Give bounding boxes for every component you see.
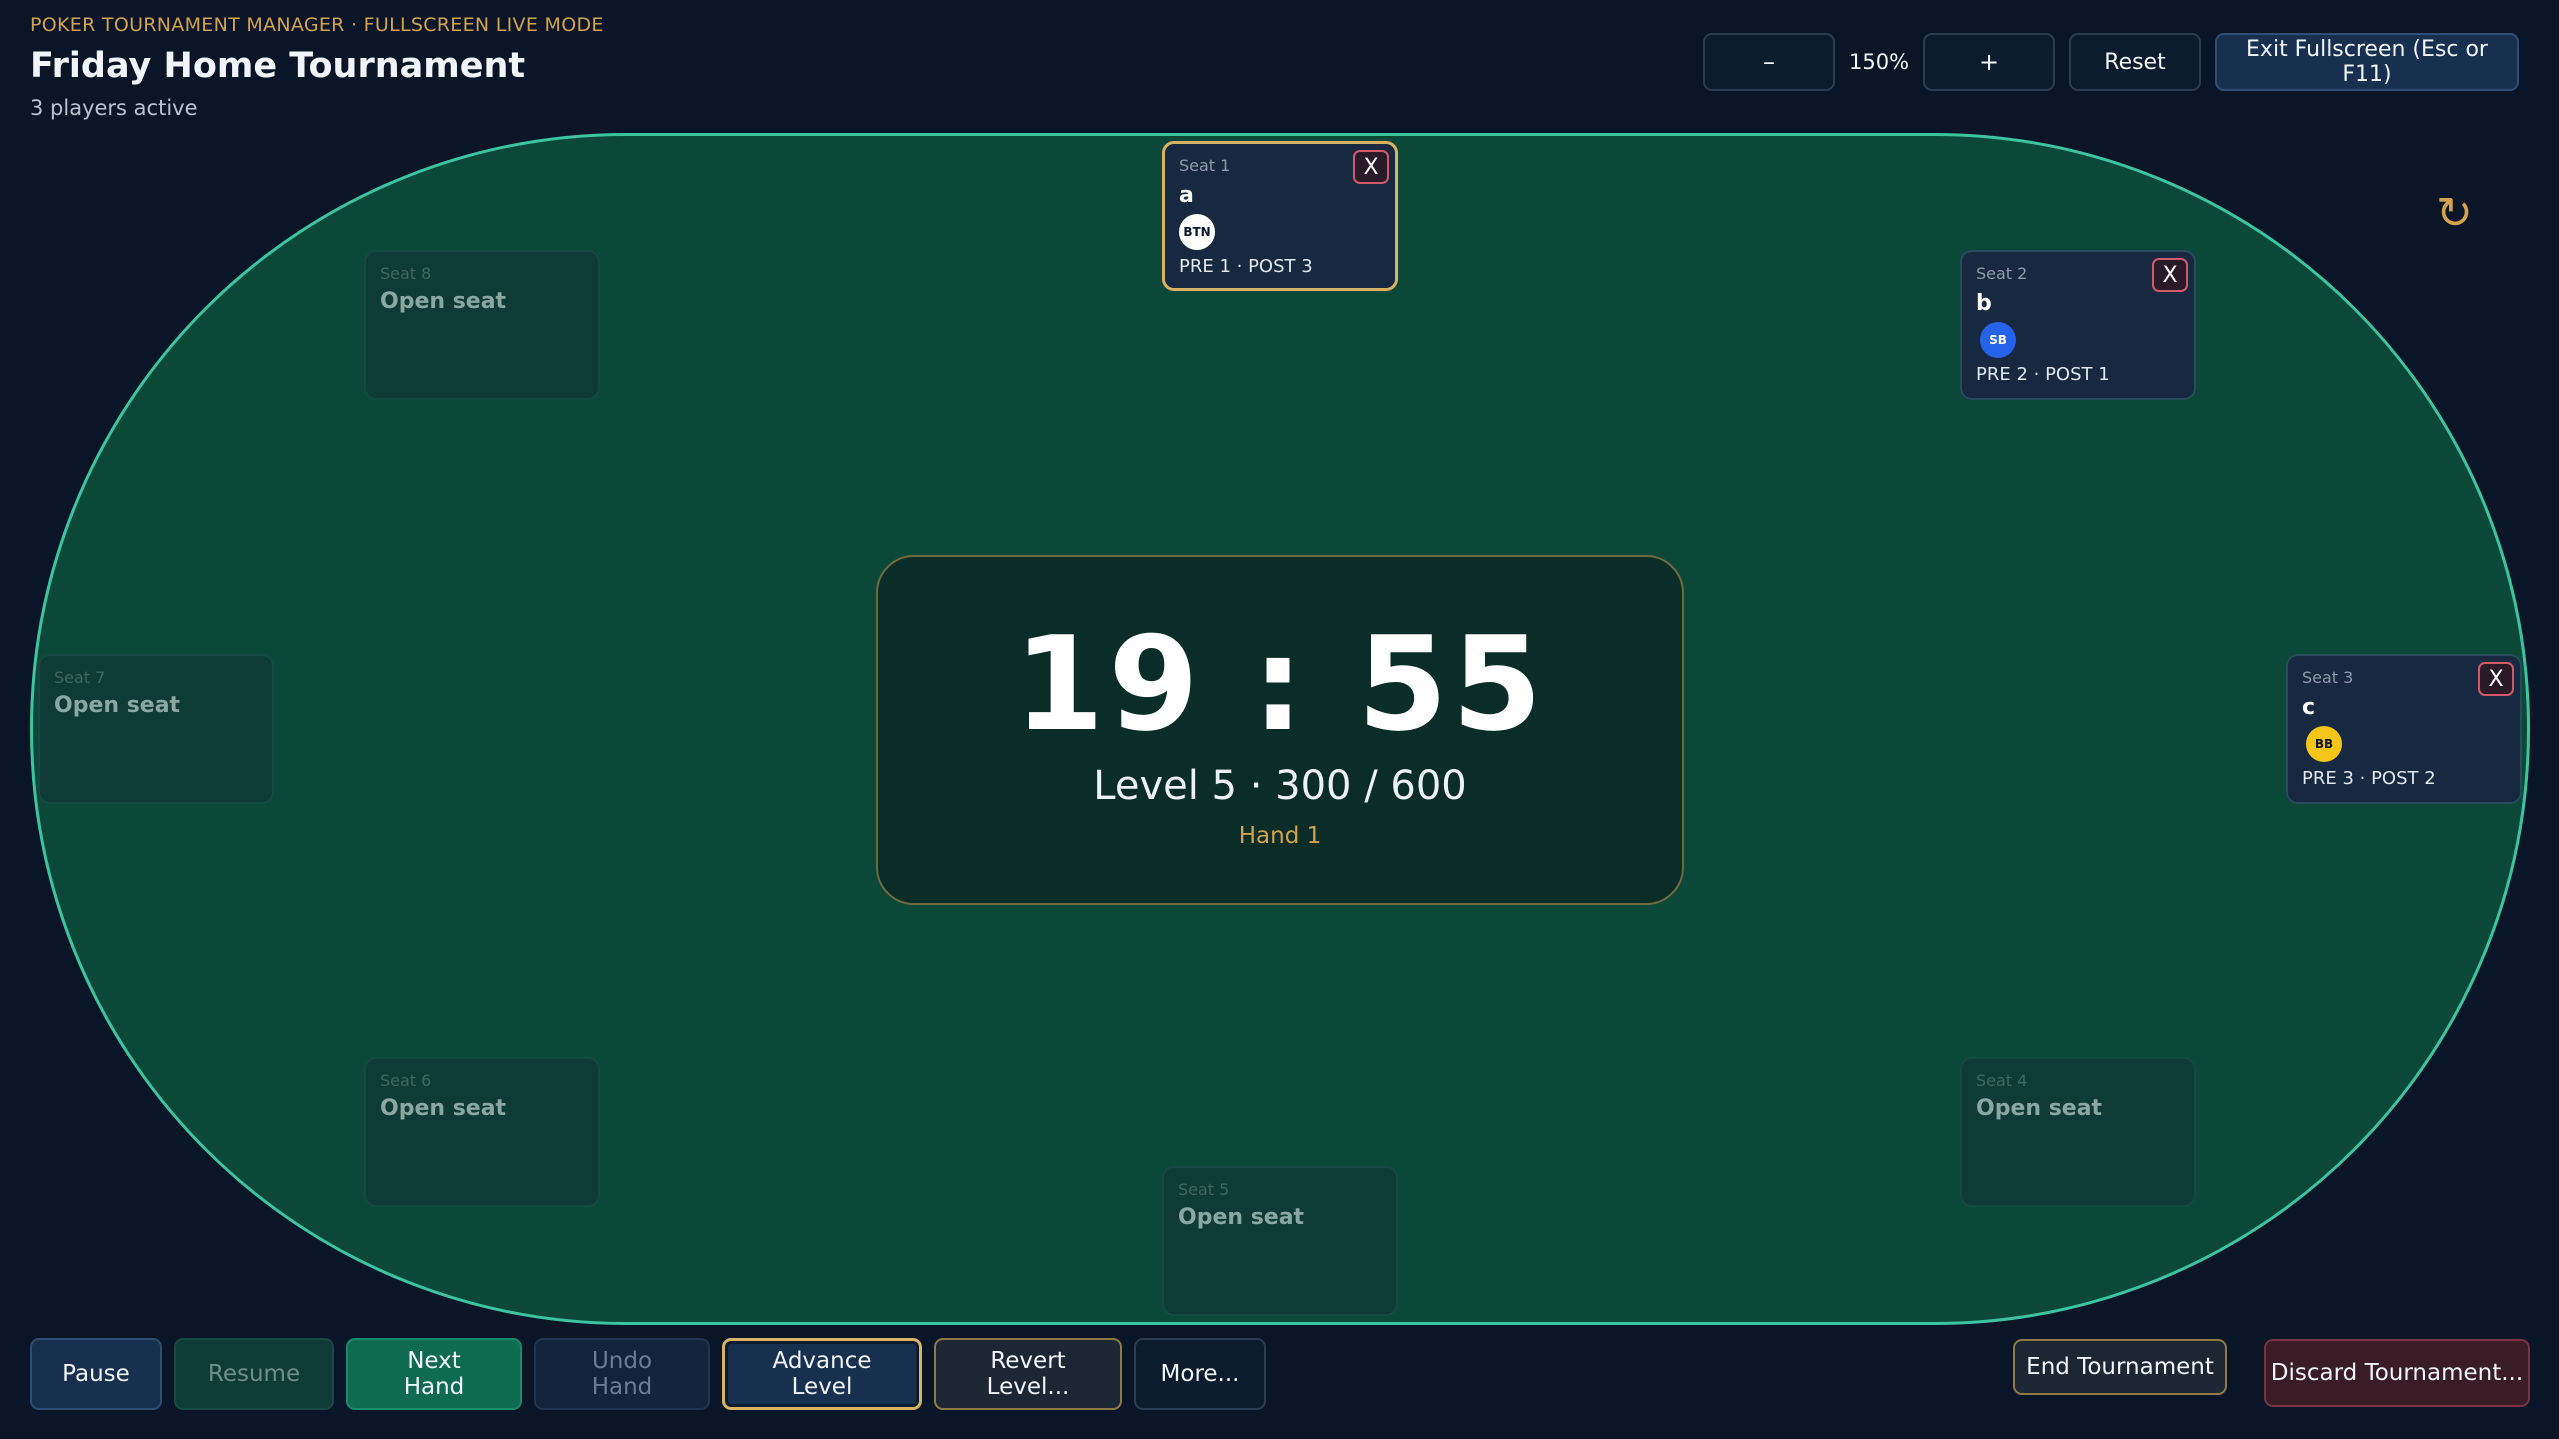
- page-title: Friday Home Tournament: [30, 46, 526, 86]
- players-active-count: 3 players active: [30, 96, 198, 120]
- player-name: b: [1976, 291, 1992, 316]
- zoom-out-button[interactable]: –: [1703, 33, 1835, 91]
- seat-6[interactable]: Seat 6 Open seat: [364, 1057, 600, 1207]
- seat-label: Seat 1: [1179, 156, 1231, 175]
- seat-label: Seat 6: [380, 1071, 432, 1090]
- seat-label: Seat 2: [1976, 264, 2028, 283]
- seat-5[interactable]: Seat 5 Open seat: [1162, 1166, 1398, 1316]
- refresh-icon[interactable]: ↻: [2436, 188, 2473, 239]
- next-hand-button[interactable]: Next Hand: [346, 1338, 522, 1410]
- blind-level: Level 5 · 300 / 600: [1093, 763, 1467, 809]
- seat-label: Seat 4: [1976, 1071, 2028, 1090]
- remove-player-button[interactable]: X: [2152, 258, 2188, 292]
- pause-button[interactable]: Pause: [30, 1338, 162, 1410]
- revert-level-button[interactable]: Revert Level...: [934, 1338, 1122, 1410]
- seat-8[interactable]: Seat 8 Open seat: [364, 250, 600, 400]
- seat-stats: PRE 3 · POST 2: [2302, 768, 2436, 789]
- open-seat-label: Open seat: [1178, 1205, 1305, 1230]
- discard-tournament-button[interactable]: Discard Tournament...: [2264, 1339, 2530, 1407]
- end-tournament-button[interactable]: End Tournament: [2013, 1339, 2227, 1395]
- dealer-button-chip: BTN: [1179, 214, 1215, 250]
- open-seat-label: Open seat: [380, 289, 507, 314]
- seat-7[interactable]: Seat 7 Open seat: [38, 654, 274, 804]
- clock-time: 19 : 55: [1013, 608, 1547, 760]
- seat-1[interactable]: Seat 1 a BTN PRE 1 · POST 3 X: [1162, 141, 1398, 291]
- open-seat-label: Open seat: [54, 693, 181, 718]
- seat-stats: PRE 2 · POST 1: [1976, 364, 2110, 385]
- open-seat-label: Open seat: [1976, 1096, 2103, 1121]
- exit-fullscreen-button[interactable]: Exit Fullscreen (Esc or F11): [2215, 33, 2519, 91]
- bottom-controls: Pause Resume Next Hand Undo Hand Advance…: [30, 1338, 1266, 1410]
- tournament-clock: 19 : 55 Level 5 · 300 / 600 Hand 1: [876, 555, 1684, 905]
- app-eyebrow: POKER TOURNAMENT MANAGER · FULLSCREEN LI…: [30, 14, 604, 36]
- seat-3[interactable]: Seat 3 c BB PRE 3 · POST 2 X: [2286, 654, 2522, 804]
- seat-label: Seat 8: [380, 264, 432, 283]
- zoom-reset-button[interactable]: Reset: [2069, 33, 2201, 91]
- player-name: c: [2302, 695, 2316, 720]
- remove-player-button[interactable]: X: [1353, 150, 1389, 184]
- seat-label: Seat 5: [1178, 1180, 1230, 1199]
- zoom-level: 150%: [1849, 50, 1910, 74]
- more-button[interactable]: More...: [1134, 1338, 1266, 1410]
- big-blind-chip: BB: [2306, 726, 2342, 762]
- hand-counter: Hand 1: [1238, 823, 1322, 849]
- undo-hand-button[interactable]: Undo Hand: [534, 1338, 710, 1410]
- player-name: a: [1179, 183, 1194, 208]
- remove-player-button[interactable]: X: [2478, 662, 2514, 696]
- small-blind-chip: SB: [1980, 322, 2016, 358]
- seat-2[interactable]: Seat 2 b SB PRE 2 · POST 1 X: [1960, 250, 2196, 400]
- advance-level-button[interactable]: Advance Level: [722, 1338, 922, 1410]
- seat-4[interactable]: Seat 4 Open seat: [1960, 1057, 2196, 1207]
- open-seat-label: Open seat: [380, 1096, 507, 1121]
- seat-label: Seat 7: [54, 668, 106, 687]
- seat-stats: PRE 1 · POST 3: [1179, 256, 1313, 277]
- zoom-in-button[interactable]: +: [1923, 33, 2055, 91]
- header: POKER TOURNAMENT MANAGER · FULLSCREEN LI…: [30, 14, 604, 120]
- resume-button[interactable]: Resume: [174, 1338, 334, 1410]
- zoom-controls: – 150% + Reset Exit Fullscreen (Esc or F…: [1703, 33, 2519, 91]
- seat-label: Seat 3: [2302, 668, 2354, 687]
- app-root: POKER TOURNAMENT MANAGER · FULLSCREEN LI…: [0, 0, 2559, 1439]
